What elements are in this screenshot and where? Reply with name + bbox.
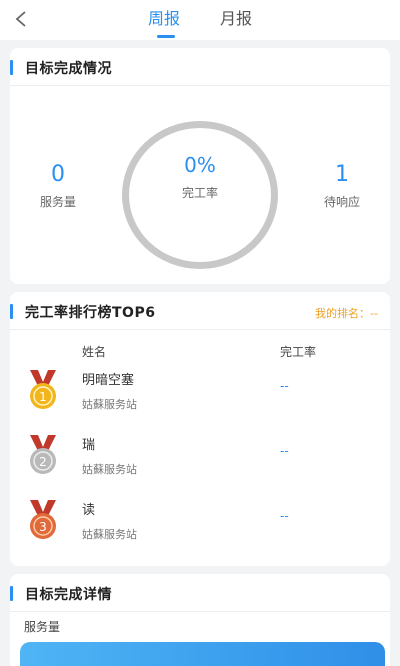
title-accent-bar bbox=[10, 586, 13, 601]
ranking-station: 姑蘇服务站 bbox=[82, 463, 137, 476]
ranking-name: 瑞 bbox=[82, 438, 96, 453]
ranking-rate: -- bbox=[280, 444, 289, 458]
tab-monthly[interactable]: 月报 bbox=[220, 8, 252, 32]
gold-medal-icon: 1 bbox=[30, 370, 56, 409]
ranking-rate: -- bbox=[280, 379, 289, 393]
column-header-rate: 完工率 bbox=[280, 345, 317, 359]
ranking-card: 完工率排行榜TOP6 我的排名：-- 姓名 完工率 1 明暗空塞 姑蘇服务站 -… bbox=[10, 292, 390, 566]
title-accent-bar bbox=[10, 60, 13, 75]
card-title: 目标完成情况 bbox=[25, 61, 112, 77]
target-completion-card: 目标完成情况 0 服务量 0% 完工率 1 待响应 bbox=[10, 48, 390, 284]
bronze-medal-icon: 3 bbox=[30, 500, 56, 539]
ranking-name: 明暗空塞 bbox=[82, 373, 135, 388]
ranking-row[interactable]: 1 明暗空塞 姑蘇服务站 -- bbox=[10, 364, 390, 428]
ranking-rate: -- bbox=[280, 509, 289, 523]
column-header-name: 姓名 bbox=[82, 345, 107, 359]
tab-weekly[interactable]: 周报 bbox=[148, 8, 180, 32]
medal-rank-number: 1 bbox=[39, 390, 47, 404]
ranking-name: 读 bbox=[82, 503, 96, 518]
chevron-left-icon bbox=[15, 11, 26, 27]
my-rank-text[interactable]: 我的排名：-- bbox=[315, 305, 378, 321]
pending-count-value: 1 bbox=[335, 162, 349, 187]
title-accent-bar bbox=[10, 304, 13, 319]
completion-rate-value: 0% bbox=[184, 153, 216, 177]
service-count-panel bbox=[20, 642, 385, 666]
medal-rank-number: 3 bbox=[39, 520, 47, 534]
card-title: 目标完成详情 bbox=[25, 587, 112, 603]
service-count-value: 0 bbox=[51, 162, 65, 187]
service-count-label: 服务量 bbox=[39, 195, 76, 209]
ranking-station: 姑蘇服务站 bbox=[82, 528, 137, 541]
ranking-station: 姑蘇服务站 bbox=[82, 398, 137, 411]
active-tab-indicator bbox=[157, 35, 175, 38]
medal-rank-number: 2 bbox=[39, 455, 47, 469]
ranking-row[interactable]: 2 瑞 姑蘇服务站 -- bbox=[10, 429, 390, 493]
card-header: 完工率排行榜TOP6 我的排名：-- bbox=[10, 292, 390, 330]
detail-sub-label: 服务量 bbox=[24, 620, 61, 634]
pending-count-label: 待响应 bbox=[323, 195, 360, 209]
top-bar: 周报 月报 bbox=[0, 0, 400, 40]
card-header: 目标完成详情 bbox=[10, 574, 390, 612]
card-title: 完工率排行榜TOP6 bbox=[25, 305, 156, 321]
card-header: 目标完成情况 bbox=[10, 48, 390, 86]
back-button[interactable] bbox=[10, 8, 32, 30]
silver-medal-icon: 2 bbox=[30, 435, 56, 474]
target-detail-card: 目标完成详情 服务量 bbox=[10, 574, 390, 666]
ranking-row[interactable]: 3 读 姑蘇服务站 -- bbox=[10, 494, 390, 558]
completion-rate-label: 完工率 bbox=[181, 186, 218, 200]
